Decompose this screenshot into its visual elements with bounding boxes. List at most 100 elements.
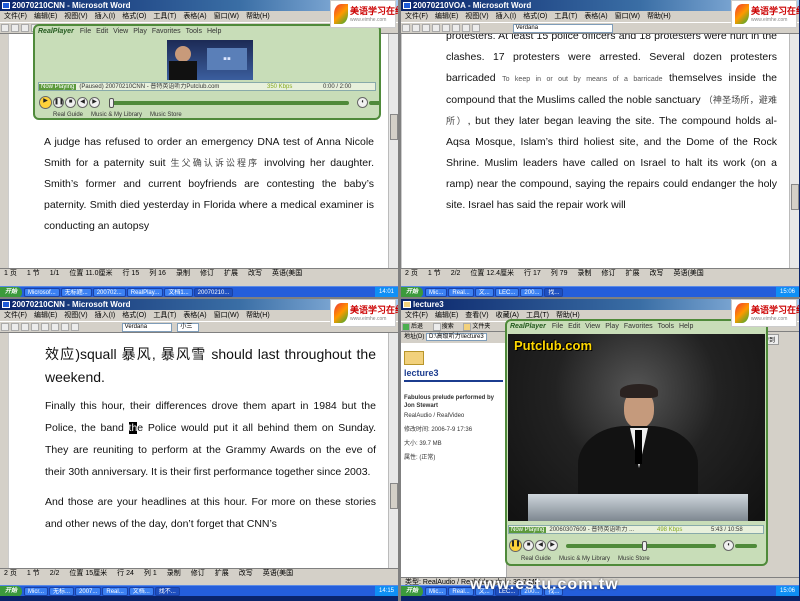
menu-format[interactable]: 格式(O) xyxy=(122,312,146,319)
scroll-thumb[interactable] xyxy=(791,184,799,210)
vertical-scrollbar[interactable] xyxy=(388,333,398,568)
menu-table[interactable]: 表格(A) xyxy=(584,13,607,20)
video-area[interactable]: ▪▪ xyxy=(167,40,253,80)
menu-file[interactable]: 文件(F) xyxy=(4,312,27,319)
menu-view[interactable]: 视图(V) xyxy=(64,312,87,319)
document-page[interactable]: protesters. At least 15 police officers … xyxy=(401,34,789,268)
pause-button[interactable]: ❚❚ xyxy=(53,97,64,109)
menu-window[interactable]: 窗口(W) xyxy=(615,13,640,20)
menu-insert[interactable]: 插入(I) xyxy=(95,13,116,20)
menu-view[interactable]: 视图(V) xyxy=(64,13,87,20)
menu-favorites[interactable]: 收藏(A) xyxy=(496,312,519,319)
start-button[interactable]: 开始 xyxy=(401,586,424,596)
menu-tools[interactable]: 工具(T) xyxy=(526,312,549,319)
menu-insert[interactable]: 插入(I) xyxy=(496,13,517,20)
open-icon[interactable] xyxy=(412,24,420,32)
print-icon[interactable] xyxy=(31,323,39,331)
volume-icon[interactable]: ◖ xyxy=(722,540,734,552)
menu-help[interactable]: 帮助(H) xyxy=(246,312,270,319)
menu-edit[interactable]: 编辑(E) xyxy=(34,312,57,319)
menu-window[interactable]: 窗口(W) xyxy=(214,13,239,20)
start-button[interactable]: 开始 xyxy=(0,287,23,297)
menu-insert[interactable]: 插入(I) xyxy=(95,312,116,319)
task-button[interactable]: 文... xyxy=(474,288,494,297)
task-button[interactable]: 无标... xyxy=(49,587,75,596)
menu-format[interactable]: 格式(O) xyxy=(122,13,146,20)
back-icon[interactable] xyxy=(402,323,410,331)
table-icon[interactable] xyxy=(61,323,69,331)
stop-button[interactable]: ■ xyxy=(523,540,534,552)
menu-file[interactable]: 文件(F) xyxy=(405,312,428,319)
volume-slider[interactable] xyxy=(734,543,757,548)
zoom-icon[interactable] xyxy=(472,24,480,32)
task-button[interactable]: 20070210... xyxy=(193,288,234,297)
new-doc-icon[interactable] xyxy=(1,24,9,32)
task-button[interactable]: Real... xyxy=(102,587,128,596)
menu-tools[interactable]: 工具(T) xyxy=(554,13,577,20)
task-button[interactable]: 200... xyxy=(520,288,544,297)
task-button[interactable]: 2007... xyxy=(75,587,102,596)
menu-help[interactable]: 帮助(H) xyxy=(647,13,671,20)
menu-help[interactable]: 帮助(H) xyxy=(246,13,270,20)
task-button[interactable]: 找不... xyxy=(154,587,180,596)
font-select[interactable]: Verdana xyxy=(512,24,613,33)
menu-edit[interactable]: 编辑(E) xyxy=(34,13,57,20)
seek-bar[interactable] xyxy=(566,540,717,551)
task-button[interactable]: Microsof... xyxy=(24,288,60,297)
save-icon[interactable] xyxy=(422,24,430,32)
zoom-icon[interactable] xyxy=(71,323,79,331)
task-button[interactable]: RealPlay... xyxy=(126,288,164,297)
font-size-select[interactable]: 小三 xyxy=(177,323,200,332)
undo-icon[interactable] xyxy=(442,24,450,32)
menu-table[interactable]: 表格(A) xyxy=(183,312,206,319)
new-doc-icon[interactable] xyxy=(1,323,9,331)
open-icon[interactable] xyxy=(11,24,19,32)
scroll-thumb[interactable] xyxy=(390,114,398,140)
play-button[interactable]: ▶ xyxy=(39,96,52,110)
menu-table[interactable]: 表格(A) xyxy=(183,13,206,20)
scroll-thumb[interactable] xyxy=(390,483,398,509)
volume-icon[interactable]: ◖ xyxy=(356,97,368,109)
folders-icon[interactable] xyxy=(463,323,472,331)
seek-knob[interactable] xyxy=(642,540,648,551)
start-button[interactable]: 开始 xyxy=(401,287,424,297)
menu-view[interactable]: 查看(V) xyxy=(465,312,488,319)
task-button[interactable]: Real... xyxy=(448,288,474,297)
menu-tools[interactable]: 工具(T) xyxy=(153,13,176,20)
menu-tools[interactable]: 工具(T) xyxy=(153,312,176,319)
start-button[interactable]: 开始 xyxy=(0,586,23,596)
new-doc-icon[interactable] xyxy=(402,24,410,32)
stop-button[interactable]: ■ xyxy=(65,97,76,109)
redo-icon[interactable] xyxy=(452,24,460,32)
vertical-scrollbar[interactable] xyxy=(789,34,799,268)
task-button[interactable]: 文档... xyxy=(128,587,154,596)
redo-icon[interactable] xyxy=(51,323,59,331)
save-icon[interactable] xyxy=(21,24,29,32)
font-select[interactable]: Verdana xyxy=(121,323,172,332)
back-button[interactable]: 后退 xyxy=(411,324,423,330)
menu-file[interactable]: 文件(F) xyxy=(405,13,428,20)
menu-help[interactable]: 帮助(H) xyxy=(556,312,580,319)
seek-bar[interactable] xyxy=(109,97,350,108)
menu-edit[interactable]: 编辑(E) xyxy=(435,312,458,319)
address-input[interactable]: D:\高级听力\lecture3 xyxy=(426,333,487,341)
menu-window[interactable]: 窗口(W) xyxy=(214,312,239,319)
task-button[interactable]: Mic... xyxy=(425,587,448,596)
task-button[interactable]: 200702... xyxy=(92,288,126,297)
menu-view[interactable]: 视图(V) xyxy=(465,13,488,20)
save-icon[interactable] xyxy=(21,323,29,331)
task-button[interactable]: Micr... xyxy=(24,587,49,596)
next-button[interactable]: ▶ xyxy=(89,97,100,109)
print-icon[interactable] xyxy=(432,24,440,32)
open-icon[interactable] xyxy=(11,323,19,331)
task-button[interactable]: Mic... xyxy=(425,288,448,297)
video-area[interactable]: Putclub.com xyxy=(508,334,765,521)
menu-format[interactable]: 格式(O) xyxy=(523,13,547,20)
menu-edit[interactable]: 编辑(E) xyxy=(435,13,458,20)
document-page[interactable]: 效应)squall 暴风, 暴风雪 should last throughout… xyxy=(8,333,388,568)
task-button[interactable]: 文档1... xyxy=(164,288,193,297)
prev-button[interactable]: ◀ xyxy=(77,97,88,109)
search-button[interactable]: 搜索 xyxy=(442,324,454,330)
task-button[interactable]: LEC... xyxy=(494,288,520,297)
volume-slider[interactable] xyxy=(368,100,379,105)
